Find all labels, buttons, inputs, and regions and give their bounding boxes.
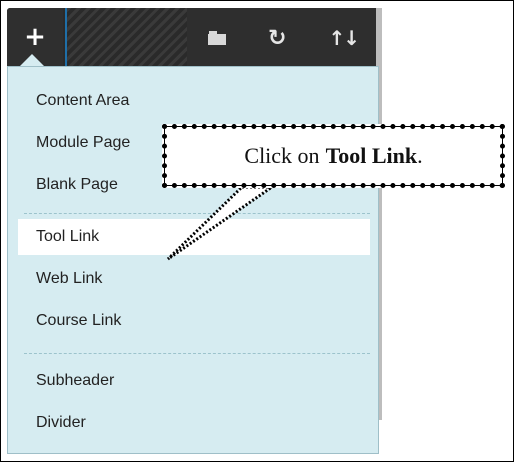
sort-icon[interactable]: ↑↓: [328, 26, 359, 50]
menu-item-course-link[interactable]: Course Link: [18, 303, 370, 339]
menu-item-divider[interactable]: Divider: [18, 405, 370, 441]
dropdown-caret: [20, 54, 44, 66]
callout-text: Click on Tool Link.: [167, 129, 500, 183]
menu-item-subheader[interactable]: Subheader: [18, 363, 370, 399]
refresh-icon[interactable]: ↻: [268, 26, 286, 51]
course-menu-toolbar: + ↻ ↑↓: [7, 8, 379, 68]
toolbar-icon-group: ↻ ↑↓: [187, 8, 379, 68]
callout-highlight: Tool Link: [325, 143, 418, 168]
menu-item-content-area[interactable]: Content Area: [18, 83, 370, 119]
menu-separator: [24, 353, 370, 354]
toolbar-hatched-area: [65, 8, 191, 68]
instruction-callout: Click on Tool Link.: [162, 124, 505, 188]
folder-icon[interactable]: [208, 31, 226, 45]
callout-pointer: [166, 185, 277, 261]
callout-prefix: Click on: [244, 143, 320, 168]
callout-suffix: .: [417, 143, 423, 168]
menu-item-web-link[interactable]: Web Link: [18, 261, 370, 297]
